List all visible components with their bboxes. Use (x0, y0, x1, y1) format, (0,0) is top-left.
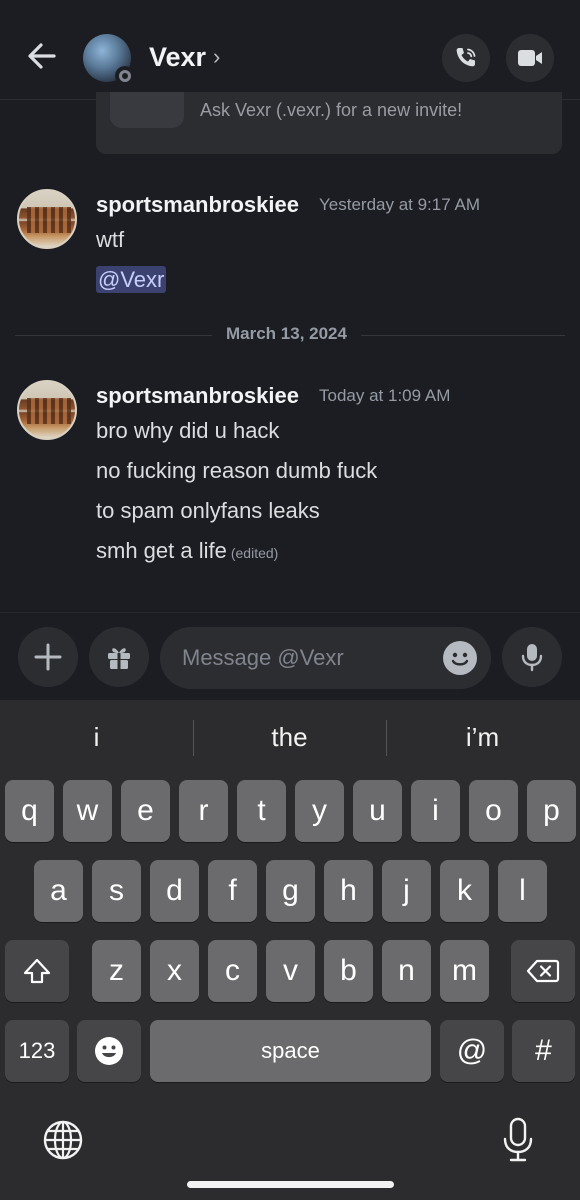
key-h[interactable]: h (324, 860, 373, 922)
space-key[interactable]: space (150, 1020, 431, 1082)
user-mention[interactable]: @Vexr (96, 266, 167, 293)
key-l[interactable]: l (498, 860, 547, 922)
emoji-picker-button[interactable] (443, 641, 477, 675)
message-text[interactable]: @Vexr (96, 266, 167, 293)
message-author[interactable]: sportsmanbroskiee (96, 192, 299, 218)
chat-header: Vexr › (0, 0, 580, 100)
smile-icon (451, 652, 469, 666)
key-r[interactable]: r (179, 780, 228, 842)
message-timestamp: Yesterday at 9:17 AM (319, 195, 480, 214)
key-c[interactable]: c (208, 940, 257, 1002)
dictation-button[interactable] (496, 1116, 540, 1164)
video-camera-icon (518, 50, 542, 66)
key-f[interactable]: f (208, 860, 257, 922)
key-s[interactable]: s (92, 860, 141, 922)
microphone-icon (521, 644, 543, 672)
key-o[interactable]: o (469, 780, 518, 842)
backspace-icon (526, 959, 560, 983)
message-composer (0, 612, 580, 700)
key-a[interactable]: a (34, 860, 83, 922)
key-w[interactable]: w (63, 780, 112, 842)
emoji-icon (95, 1037, 123, 1065)
gift-icon (108, 648, 130, 669)
microphone-icon (503, 1117, 533, 1162)
key-m[interactable]: m (440, 940, 489, 1002)
key-z[interactable]: z (92, 940, 141, 1002)
video-call-button[interactable] (506, 34, 554, 82)
globe-button[interactable] (41, 1118, 85, 1162)
suggestion-item[interactable]: i’m (386, 722, 579, 753)
date-divider-label: March 13, 2024 (212, 324, 361, 344)
message-text[interactable]: no fucking reason dumb fuck (96, 458, 377, 484)
offline-status-icon (115, 66, 135, 86)
voice-message-button[interactable] (502, 627, 562, 687)
back-button[interactable] (22, 36, 62, 76)
message-timestamp: Today at 1:09 AM (319, 386, 451, 405)
key-t[interactable]: t (237, 780, 286, 842)
suggestion-item[interactable]: the (193, 722, 386, 753)
contact-avatar[interactable] (83, 34, 135, 86)
server-icon (110, 92, 184, 128)
key-x[interactable]: x (150, 940, 199, 1002)
chevron-right-icon: › (213, 44, 221, 69)
key-g[interactable]: g (266, 860, 315, 922)
key-p[interactable]: p (527, 780, 576, 842)
key-v[interactable]: v (266, 940, 315, 1002)
expired-invite-card: Ask Vexr (.vexr.) for a new invite! (96, 92, 562, 154)
message-input[interactable] (182, 641, 432, 675)
at-key[interactable]: @ (440, 1020, 504, 1082)
home-indicator[interactable] (187, 1181, 394, 1188)
voice-call-button[interactable] (442, 34, 490, 82)
invite-text: Ask Vexr (.vexr.) for a new invite! (200, 100, 463, 120)
key-u[interactable]: u (353, 780, 402, 842)
key-n[interactable]: n (382, 940, 431, 1002)
key-k[interactable]: k (440, 860, 489, 922)
message-text[interactable]: smh get a life (edited) (96, 538, 278, 564)
shift-icon (23, 958, 51, 984)
add-attachment-button[interactable] (18, 627, 78, 687)
globe-icon (43, 1120, 83, 1160)
gift-nitro-button[interactable] (89, 627, 149, 687)
suggestion-item[interactable]: i (0, 722, 193, 753)
contact-name[interactable]: Vexr (149, 42, 206, 73)
arrow-left-icon (28, 43, 56, 69)
message-text[interactable]: wtf (96, 227, 124, 253)
emoji-key[interactable] (77, 1020, 141, 1082)
on-screen-keyboard: i the i’m q w e r t y u i o p a s d f g … (0, 700, 580, 1200)
key-b[interactable]: b (324, 940, 373, 1002)
hash-key[interactable]: # (512, 1020, 575, 1082)
message-input-container (160, 627, 491, 689)
key-i[interactable]: i (411, 780, 460, 842)
phone-icon (456, 48, 476, 67)
avatar[interactable] (17, 189, 77, 249)
key-y[interactable]: y (295, 780, 344, 842)
key-j[interactable]: j (382, 860, 431, 922)
message-text-content: smh get a life (96, 538, 227, 563)
avatar[interactable] (17, 380, 77, 440)
key-q[interactable]: q (5, 780, 54, 842)
numbers-key[interactable]: 123 (5, 1020, 69, 1082)
edited-label: (edited) (230, 545, 279, 561)
key-e[interactable]: e (121, 780, 170, 842)
message-text[interactable]: to spam onlyfans leaks (96, 498, 320, 524)
backspace-key[interactable] (511, 940, 575, 1002)
shift-key[interactable] (5, 940, 69, 1002)
plus-icon (34, 643, 62, 671)
message-text[interactable]: bro why did u hack (96, 418, 279, 444)
message-author[interactable]: sportsmanbroskiee (96, 383, 299, 409)
key-d[interactable]: d (150, 860, 199, 922)
